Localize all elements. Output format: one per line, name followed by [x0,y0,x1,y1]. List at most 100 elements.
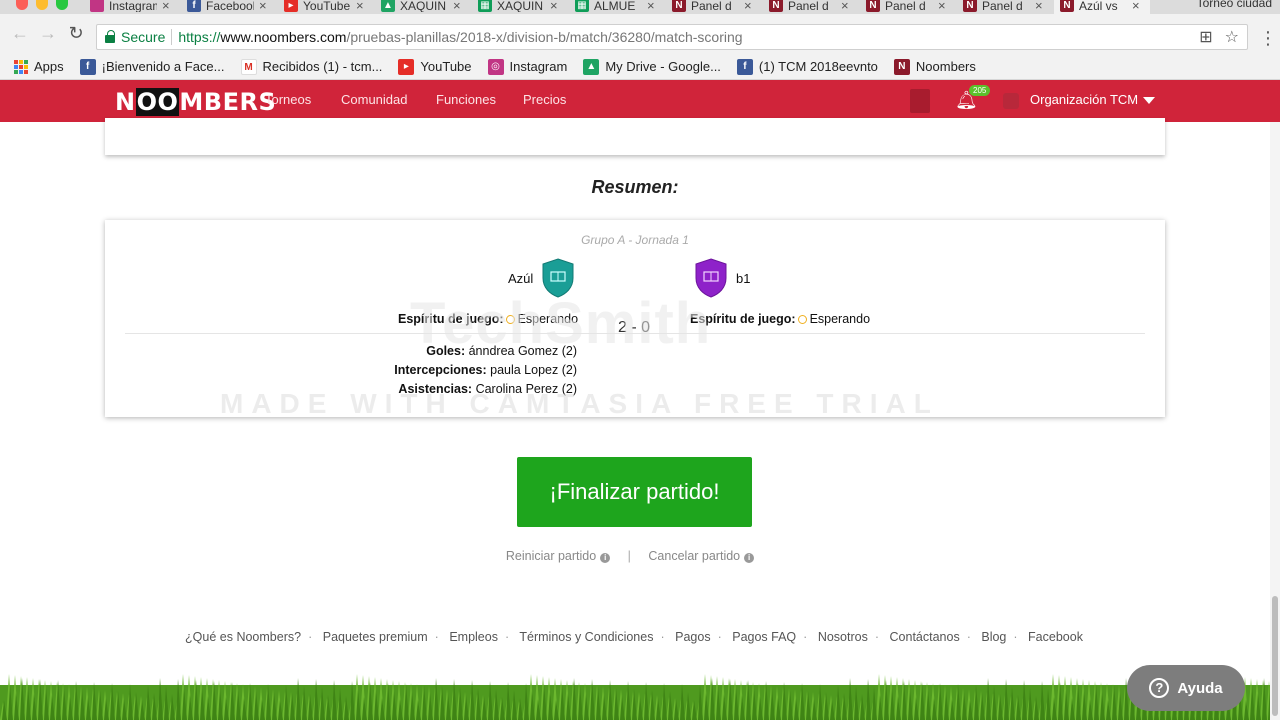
footer-link[interactable]: Contáctanos [890,630,960,644]
match-summary-card: Grupo A - Jornada 1 Azúl b1 Espíritu de … [105,220,1165,417]
browser-tab[interactable]: ▲ XAQUIN × [375,0,471,14]
footer-link[interactable]: Blog [981,630,1006,644]
footer-link[interactable]: Términos y Condiciones [519,630,653,644]
notification-badge: 205 [969,85,991,96]
close-tab-icon[interactable]: × [744,0,752,12]
close-tab-icon[interactable]: × [356,0,364,12]
forward-arrow-icon[interactable]: → [38,24,58,42]
help-button[interactable]: ? Ayuda [1127,665,1245,711]
info-icon: i [744,553,755,563]
url-host: www.noombers.com [220,29,347,45]
secure-label: Secure [121,29,166,45]
youtube-icon: ▸ [284,0,298,12]
browser-tab[interactable]: Instagram × [84,0,180,14]
nav-precios[interactable]: Precios [523,92,566,107]
browser-tab[interactable]: N Panel d × [860,0,956,14]
nav-comunidad[interactable]: Comunidad [341,92,408,107]
previous-card [105,118,1165,155]
close-tab-icon[interactable]: × [647,0,655,12]
facebook-icon: f [79,58,96,75]
footer-link[interactable]: Nosotros [818,630,868,644]
profile-label[interactable]: Torneo ciudad [1197,0,1272,10]
bookmark-item[interactable]: f ¡Bienvenido a Face... [79,58,225,75]
url-field[interactable]: Secure https:// www.noombers.com /prueba… [96,24,1277,51]
maximize-window-icon[interactable] [56,0,68,10]
divider [171,29,173,45]
away-team-name: b1 [736,271,751,286]
cancel-match-link[interactable]: Cancelar partido i [648,549,755,563]
browser-tab[interactable]: ▦ ALMUE × [569,0,665,14]
scrollbar-thumb[interactable] [1272,596,1278,716]
footer-link[interactable]: Empleos [449,630,498,644]
nav-torneos[interactable]: Torneos [265,92,311,107]
browser-tab-strip: Instagram × f Facebook × ▸ YouTube × ▲ X… [0,0,1280,14]
bookmark-item[interactable]: ▲ My Drive - Google... [583,58,721,75]
gmail-icon: M [240,58,257,75]
url-scheme: https:// [178,29,221,45]
bookmark-item[interactable]: M Recibidos (1) - tcm... [240,58,382,75]
home-team-shield-icon [542,258,574,298]
browser-tab-active[interactable]: N Azúl vs × [1054,0,1150,14]
chevron-down-icon[interactable] [1143,97,1155,104]
footer-link[interactable]: Paquetes premium [323,630,428,644]
noombers-icon: N [893,58,910,75]
finish-match-button[interactable]: ¡Finalizar partido! [517,457,752,527]
reload-icon[interactable]: ↻ [66,24,86,42]
clipboard-icon[interactable] [910,89,930,113]
bookmark-item[interactable]: N Noombers [893,58,976,75]
stat-row: Goles: ánndrea Gomez (2) [426,344,577,358]
close-tab-icon[interactable]: × [162,0,170,12]
close-tab-icon[interactable]: × [1132,0,1140,12]
apps-grid-icon [14,59,28,74]
close-tab-icon[interactable]: × [259,0,267,12]
close-tab-icon[interactable]: × [453,0,461,12]
youtube-icon: ▸ [398,58,415,75]
instagram-icon: ◎ [487,58,504,75]
bookmark-item[interactable]: f (1) TCM 2018eevnto [736,58,878,75]
back-arrow-icon[interactable]: ← [10,24,30,42]
minimize-window-icon[interactable] [36,0,48,10]
facebook-icon: f [187,0,201,12]
browser-tab[interactable]: N Panel d × [666,0,762,14]
noombers-icon: N [672,0,686,12]
footer-link[interactable]: Pagos FAQ [732,630,796,644]
grass-decoration [0,674,1280,720]
browser-tab[interactable]: N Panel d × [957,0,1053,14]
google-sheets-icon: ▦ [478,0,492,12]
footer-link[interactable]: ¿Qué es Noombers? [185,630,301,644]
site-navbar: NOOMBERS Torneos Comunidad Funciones Pre… [0,80,1280,122]
close-window-icon[interactable] [16,0,28,10]
browser-tab[interactable]: ▸ YouTube × [278,0,374,14]
browser-tab[interactable]: ▦ XAQUIN × [472,0,568,14]
footer-link[interactable]: Facebook [1028,630,1083,644]
bookmark-item[interactable]: ◎ Instagram [487,58,567,75]
bookmark-item[interactable]: ▸ YouTube [398,58,472,75]
restart-match-link[interactable]: Reiniciar partido i [506,549,611,563]
browser-tab[interactable]: f Facebook × [181,0,277,14]
info-icon: i [600,553,611,563]
noombers-icon: N [1060,0,1074,12]
nav-funciones[interactable]: Funciones [436,92,496,107]
stat-row: Intercepciones: paula Lopez (2) [394,363,577,377]
bookmarks-bar: Apps f ¡Bienvenido a Face... M Recibidos… [0,54,1280,80]
match-score: 2 - 0 [617,319,650,336]
footer-link[interactable]: Pagos [675,630,710,644]
close-tab-icon[interactable]: × [841,0,849,12]
close-tab-icon[interactable]: × [938,0,946,12]
noombers-logo[interactable]: NOOMBERS [115,88,276,116]
google-drive-icon: ▲ [381,0,395,12]
summary-heading: Resumen: [591,177,679,197]
address-bar-row: ← → ↻ Secure https:// www.noombers.com /… [0,14,1280,54]
home-team-name: Azúl [508,271,534,286]
close-tab-icon[interactable]: × [1035,0,1043,12]
close-tab-icon[interactable]: × [550,0,558,12]
lock-icon [105,30,115,43]
bookmark-apps[interactable]: Apps [14,59,64,74]
browser-tab[interactable]: N Panel d × [763,0,859,14]
organization-avatar[interactable] [1003,93,1019,109]
google-drive-icon: ▲ [583,58,600,75]
translate-icon[interactable]: ⊞ [1199,25,1212,51]
bookmark-star-icon[interactable]: ☆ [1225,25,1239,51]
organization-menu[interactable]: Organización TCM [1030,92,1138,107]
browser-menu-icon[interactable]: ⋮ [1259,25,1277,51]
